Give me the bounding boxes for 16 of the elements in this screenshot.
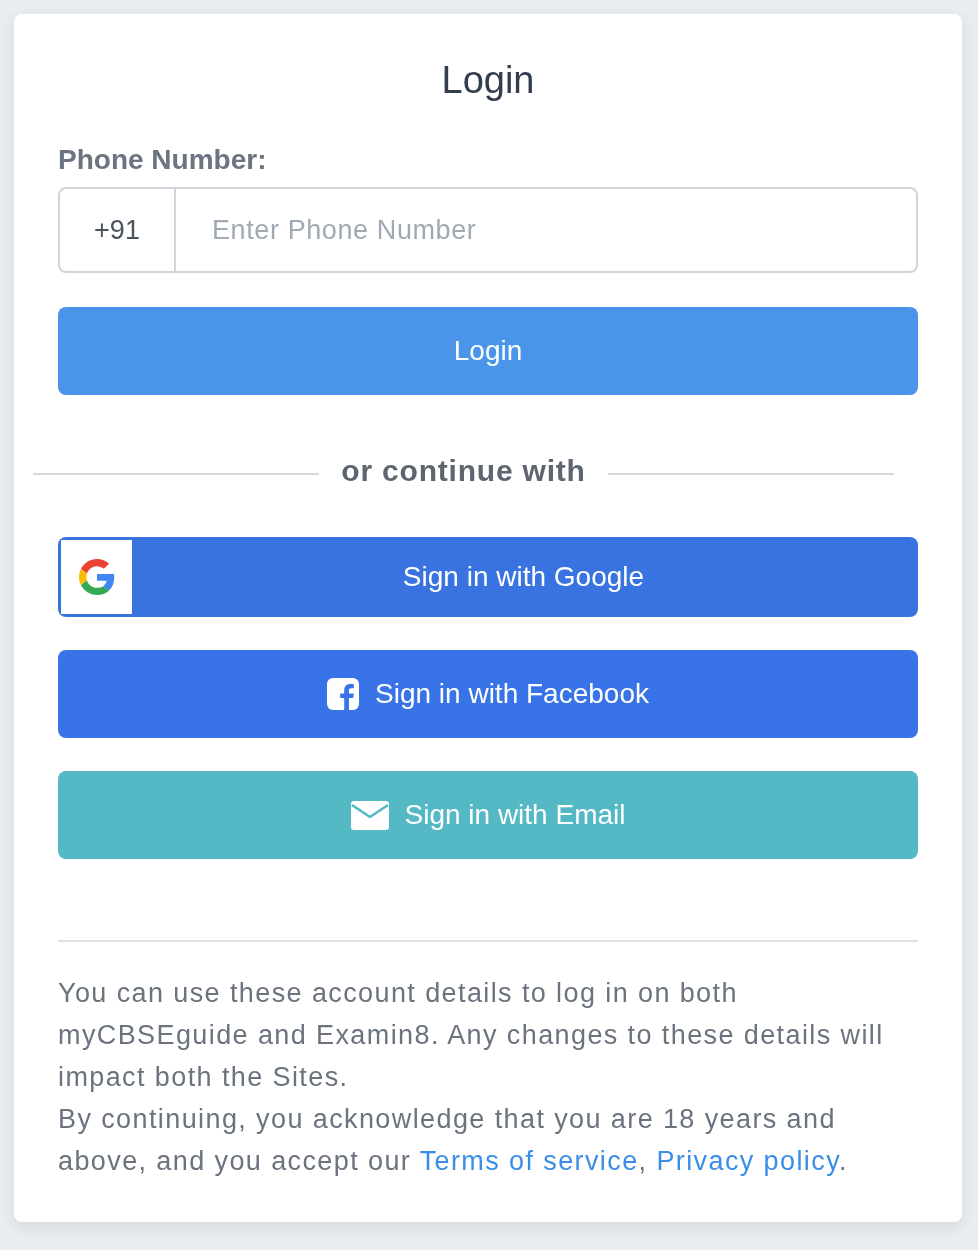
account-notice-text: You can use these account details to log in on both myCBSEguide and Examin8. Any changes to these details will impact both the Sites. (58, 977, 885, 1094)
login-title: Login (441, 58, 535, 103)
facebook-sign-in-button[interactable]: Sign in with Facebook (58, 650, 918, 738)
country-code-prefix: +91 (58, 187, 176, 273)
privacy-link[interactable]: Privacy policy (656, 1146, 840, 1176)
f-logo-icon (327, 678, 360, 710)
email-sign-in-button[interactable]: Sign in with Email (58, 771, 918, 859)
phone-number-label: Phone Number: (58, 143, 267, 177)
phone-number-input[interactable]: Enter Phone Number (176, 187, 918, 273)
terms-link[interactable]: Terms of service (419, 1146, 639, 1176)
envelope-icon (350, 800, 389, 830)
divider-text: or continue with (341, 453, 586, 489)
login-button[interactable]: Login (58, 307, 918, 395)
g-logo-icon (61, 540, 132, 614)
google-sign-in-button[interactable]: Sign in with Google (58, 537, 918, 617)
consent-text: By continuing, you acknowledge that you are 18 years and above, and you accept our Terms of service, Privacy policy. (58, 1103, 849, 1178)
